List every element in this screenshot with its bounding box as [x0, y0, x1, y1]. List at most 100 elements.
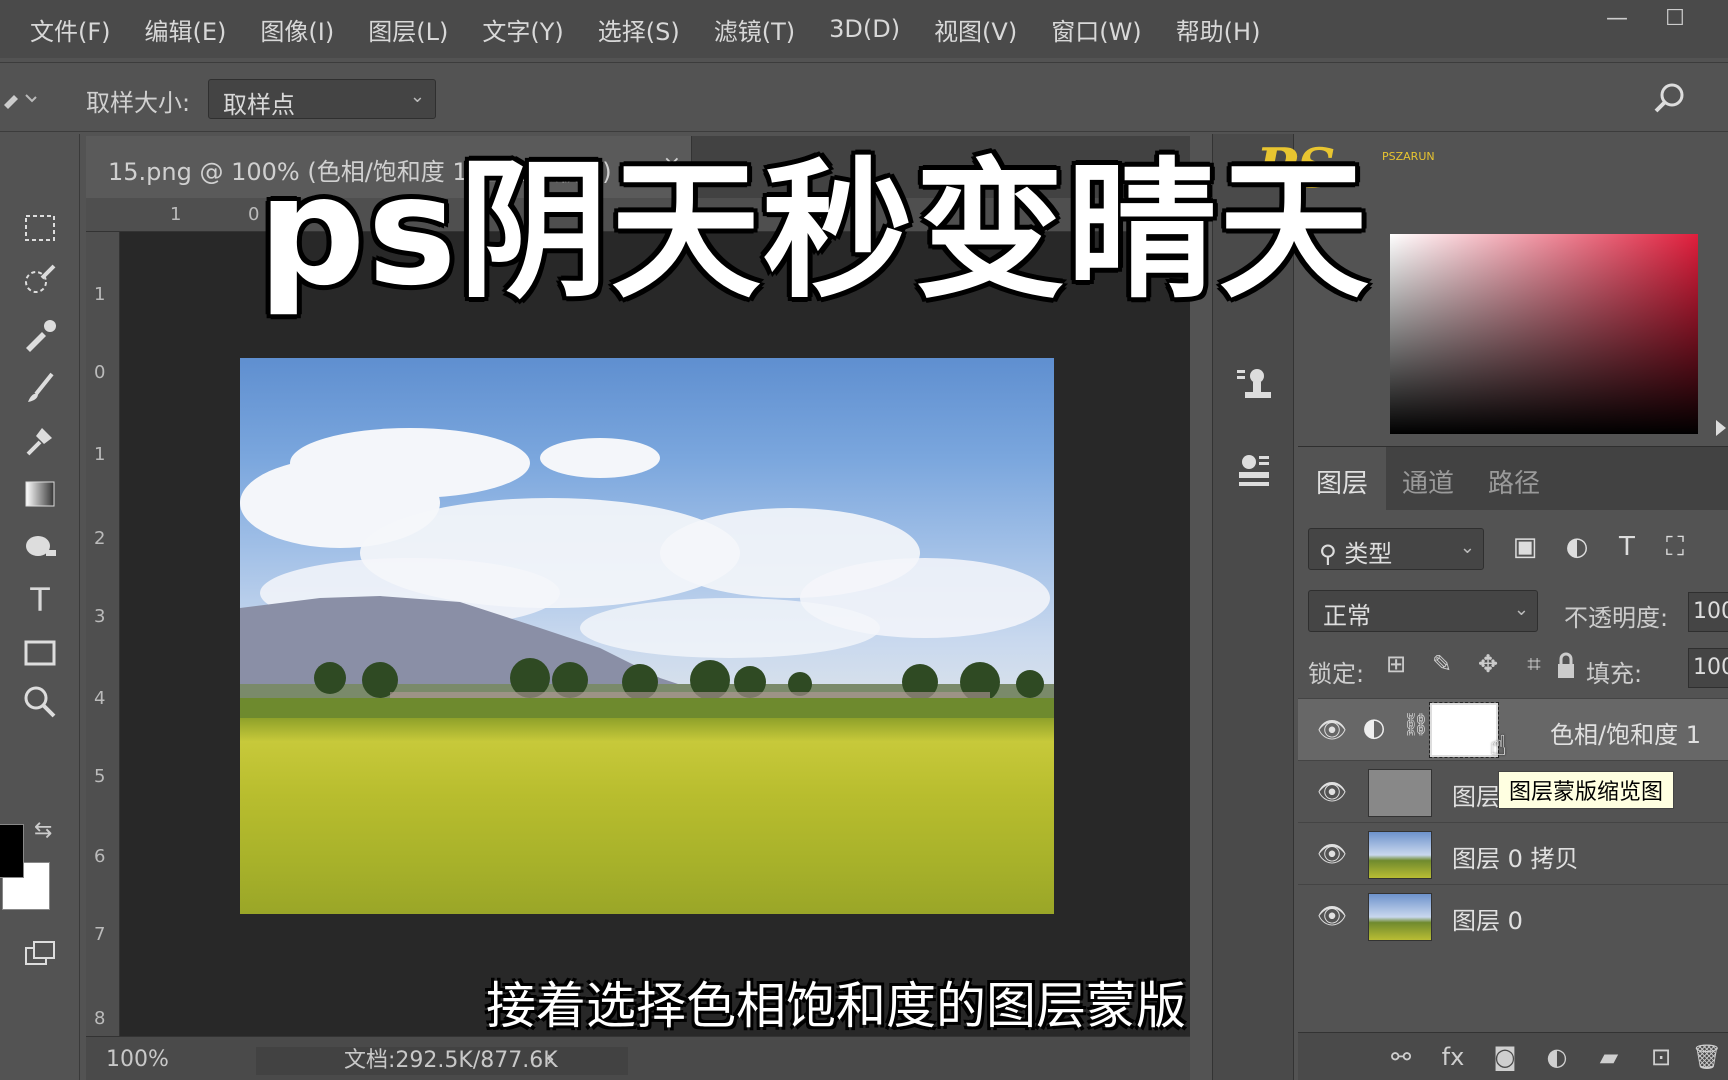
- layer-name[interactable]: 图层 0: [1452, 901, 1523, 936]
- minimize-button[interactable]: —: [1594, 4, 1640, 34]
- chevron-right-icon[interactable]: ›: [546, 1047, 555, 1072]
- eyedropper-tool-icon[interactable]: [18, 312, 62, 356]
- menu-type[interactable]: 文字(Y): [476, 12, 591, 47]
- quick-selection-tool-icon[interactable]: [18, 258, 62, 302]
- tab-layers[interactable]: 图层: [1298, 447, 1387, 511]
- clone-source-icon[interactable]: [1229, 360, 1279, 410]
- layers-panel-footer: ⚯ fx ◙ ◐ ▰ ⊡ 🗑: [1298, 1032, 1728, 1080]
- document-image[interactable]: [240, 358, 1054, 914]
- ps-logo: [0, 0, 24, 58]
- new-adjustment-layer-icon[interactable]: ◐: [1538, 1039, 1576, 1075]
- ruler-tick: 3: [94, 606, 106, 627]
- tab-channels[interactable]: 通道: [1384, 447, 1472, 511]
- menu-filter[interactable]: 滤镜(T): [708, 12, 823, 47]
- lock-all-icon[interactable]: [1550, 650, 1582, 684]
- maximize-button[interactable]: ☐: [1652, 4, 1698, 34]
- layer-filter-select[interactable]: ⚲ 类型 ⌄: [1308, 528, 1484, 570]
- layer-name[interactable]: 色相/饱和度 1: [1550, 715, 1701, 750]
- ruler-tick: 6: [94, 846, 106, 867]
- layer-thumbnail[interactable]: [1368, 831, 1432, 879]
- chevron-down-icon: ⌄: [1459, 537, 1475, 558]
- brush-tool-icon[interactable]: [18, 366, 62, 410]
- foreground-color-swatch[interactable]: [0, 824, 24, 878]
- clone-stamp-tool-icon[interactable]: [18, 420, 62, 464]
- menu-edit[interactable]: 编辑(E): [139, 12, 255, 47]
- layer-row[interactable]: 👁 图层 0: [1298, 884, 1728, 946]
- status-bar: 100% 文档:292.5K/877.6K ›: [86, 1036, 1190, 1080]
- swap-colors-icon[interactable]: ⇆: [34, 818, 52, 843]
- ruler-tick: 4: [94, 688, 106, 709]
- eye-icon[interactable]: 👁: [1312, 773, 1352, 811]
- layer-name[interactable]: 图层: [1452, 777, 1500, 812]
- zoom-level[interactable]: 100%: [106, 1047, 169, 1072]
- gradient-tool-icon[interactable]: [18, 472, 62, 516]
- menu-layer[interactable]: 图层(L): [362, 12, 476, 47]
- sample-size-label: 取样大小:: [86, 89, 191, 117]
- fill-input[interactable]: 100: [1688, 648, 1728, 688]
- type-filter-icon[interactable]: T: [1610, 532, 1644, 566]
- color-picker-field[interactable]: [1390, 234, 1698, 434]
- blend-row: 正常 ⌄ 不透明度: 100: [1298, 582, 1728, 638]
- video-subtitle: 接着选择色相饱和度的图层蒙版: [486, 977, 1186, 1035]
- menu-window[interactable]: 窗口(W): [1045, 12, 1169, 47]
- hue-saturation-adjustment-icon: ◐: [1362, 713, 1386, 743]
- lock-transparent-pixels-icon[interactable]: ⊞: [1380, 650, 1412, 684]
- trash-icon[interactable]: 🗑: [1688, 1039, 1726, 1075]
- eyedropper-tool-preset-icon[interactable]: [0, 77, 46, 117]
- eye-icon[interactable]: 👁: [1312, 897, 1352, 935]
- chevron-down-icon: ⌄: [1513, 599, 1529, 620]
- screen-mode-icon[interactable]: [18, 934, 62, 978]
- search-icon[interactable]: [1650, 79, 1690, 119]
- opacity-input[interactable]: 100: [1688, 592, 1728, 632]
- layers-panel-tabs: 图层 通道 路径: [1298, 446, 1728, 511]
- layer-thumbnail[interactable]: [1368, 769, 1432, 817]
- marquee-tool-icon[interactable]: [18, 206, 62, 250]
- menu-file[interactable]: 文件(F): [24, 12, 139, 47]
- chevron-down-icon: ⌄: [409, 86, 425, 107]
- menu-3d[interactable]: 3D(D): [823, 15, 928, 43]
- shape-filter-icon[interactable]: ⛶: [1658, 532, 1692, 566]
- add-mask-icon[interactable]: ◙: [1486, 1039, 1524, 1075]
- overlay-title: ps阴天秒变晴天: [258, 145, 1371, 319]
- lock-row: 锁定: ⊞ ✎ ✥ ⌗ 填充: 100: [1298, 640, 1728, 696]
- layer-mask-thumbnail[interactable]: [1429, 702, 1499, 758]
- hue-slider-arrow-icon[interactable]: [1716, 420, 1726, 436]
- layer-row[interactable]: 👁 ◐ ⛓ 色相/饱和度 1 ☝: [1298, 698, 1728, 762]
- layer-thumbnail[interactable]: [1368, 893, 1432, 941]
- layer-row[interactable]: 👁 图层 0 拷贝: [1298, 822, 1728, 884]
- ruler-tick: 8: [94, 1008, 106, 1029]
- pixel-filter-icon[interactable]: ▣: [1508, 532, 1542, 566]
- tools-panel: T ⇆: [0, 134, 80, 1080]
- zoom-tool-icon[interactable]: [18, 680, 62, 724]
- layer-row[interactable]: 👁 图层 图层蒙版缩览图: [1298, 760, 1728, 822]
- fx-icon[interactable]: fx: [1434, 1039, 1472, 1075]
- menu-select[interactable]: 选择(S): [592, 12, 708, 47]
- eye-icon[interactable]: 👁: [1312, 711, 1352, 749]
- fill-label: 填充:: [1586, 660, 1643, 688]
- type-tool-icon[interactable]: T: [18, 578, 62, 622]
- new-layer-icon[interactable]: ⊡: [1642, 1039, 1680, 1075]
- properties-icon[interactable]: [1229, 444, 1279, 494]
- layer-name[interactable]: 图层 0 拷贝: [1452, 839, 1579, 874]
- sample-size-select[interactable]: 取样点 ⌄: [208, 79, 436, 119]
- lock-position-icon[interactable]: ✥: [1472, 650, 1504, 684]
- folder-icon[interactable]: ▰: [1590, 1039, 1628, 1075]
- menu-image[interactable]: 图像(I): [254, 12, 362, 47]
- burn-tool-icon[interactable]: [18, 524, 62, 568]
- menu-view[interactable]: 视图(V): [928, 12, 1045, 47]
- link-layers-icon[interactable]: ⚯: [1382, 1039, 1420, 1075]
- adjustment-filter-icon[interactable]: ◐: [1560, 532, 1594, 566]
- document-info[interactable]: 文档:292.5K/877.6K: [256, 1047, 628, 1075]
- options-bar: 取样大小: 取样点 ⌄: [0, 62, 1728, 132]
- eye-icon[interactable]: 👁: [1312, 835, 1352, 873]
- lock-label: 锁定:: [1308, 660, 1365, 688]
- ruler-tick: 1: [94, 444, 106, 465]
- lock-artboard-icon[interactable]: ⌗: [1518, 650, 1550, 684]
- menu-help[interactable]: 帮助(H): [1170, 12, 1289, 47]
- rectangle-tool-icon[interactable]: [18, 630, 62, 674]
- tab-paths[interactable]: 路径: [1470, 447, 1558, 511]
- chain-link-icon[interactable]: ⛓: [1402, 713, 1430, 745]
- lock-image-pixels-icon[interactable]: ✎: [1426, 650, 1458, 684]
- blend-mode-select[interactable]: 正常 ⌄: [1308, 590, 1538, 632]
- layer-filter-value: 类型: [1344, 540, 1393, 568]
